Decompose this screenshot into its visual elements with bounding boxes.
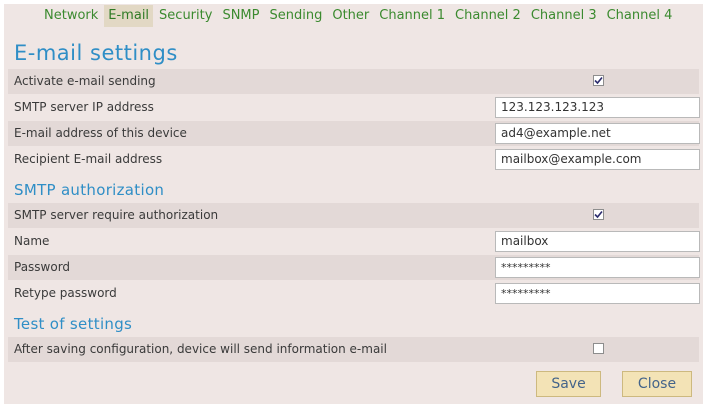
auth-name-row: Name mailbox [8, 229, 700, 254]
tab-email[interactable]: E-mail [104, 5, 154, 27]
tab-security[interactable]: Security [155, 5, 216, 27]
retype-password-label: Retype password [14, 286, 117, 300]
password-row: Password ********* [8, 255, 700, 280]
send-test-row: After saving configuration, device will … [8, 337, 699, 362]
smtp-authorization-heading: SMTP authorization [14, 181, 165, 199]
tab-channel-4[interactable]: Channel 4 [603, 5, 677, 27]
recipient-email-label: Recipient E-mail address [14, 152, 163, 166]
tab-other[interactable]: Other [328, 5, 373, 27]
recipient-email-input[interactable]: mailbox@example.com [495, 149, 700, 170]
test-settings-heading: Test of settings [14, 315, 133, 333]
smtp-ip-row: SMTP server IP address 123.123.123.123 [8, 95, 700, 120]
device-email-label: E-mail address of this device [14, 126, 187, 140]
checkmark-icon [594, 210, 603, 219]
tab-network[interactable]: Network [40, 5, 102, 27]
tab-snmp[interactable]: SNMP [218, 5, 263, 27]
device-email-row: E-mail address of this device ad4@exampl… [8, 121, 700, 146]
settings-panel: Network E-mail Security SNMP Sending Oth… [4, 4, 703, 404]
activate-email-row: Activate e-mail sending [8, 69, 699, 94]
tab-channel-2[interactable]: Channel 2 [451, 5, 525, 27]
auth-name-input[interactable]: mailbox [495, 231, 700, 252]
retype-password-input[interactable]: ********* [495, 283, 700, 304]
recipient-email-row: Recipient E-mail address mailbox@example… [8, 147, 700, 172]
checkmark-icon [594, 76, 603, 85]
tab-sending[interactable]: Sending [265, 5, 326, 27]
auth-name-label: Name [14, 234, 50, 248]
page-title: E-mail settings [14, 41, 178, 65]
smtp-ip-input[interactable]: 123.123.123.123 [495, 97, 700, 118]
activate-email-checkbox[interactable] [593, 75, 604, 86]
password-input[interactable]: ********* [495, 257, 700, 278]
smtp-ip-label: SMTP server IP address [14, 100, 154, 114]
save-button[interactable]: Save [536, 371, 601, 397]
tab-bar: Network E-mail Security SNMP Sending Oth… [4, 4, 678, 28]
password-label: Password [14, 260, 71, 274]
retype-password-row: Retype password ********* [8, 281, 700, 306]
send-test-label: After saving configuration, device will … [14, 342, 387, 356]
require-auth-row: SMTP server require authorization [8, 203, 699, 228]
tab-channel-1[interactable]: Channel 1 [375, 5, 449, 27]
activate-email-label: Activate e-mail sending [14, 74, 156, 88]
send-test-checkbox[interactable] [593, 343, 604, 354]
close-button[interactable]: Close [622, 371, 692, 397]
device-email-input[interactable]: ad4@example.net [495, 123, 700, 144]
tab-channel-3[interactable]: Channel 3 [527, 5, 601, 27]
require-auth-checkbox[interactable] [593, 209, 604, 220]
require-auth-label: SMTP server require authorization [14, 208, 219, 222]
